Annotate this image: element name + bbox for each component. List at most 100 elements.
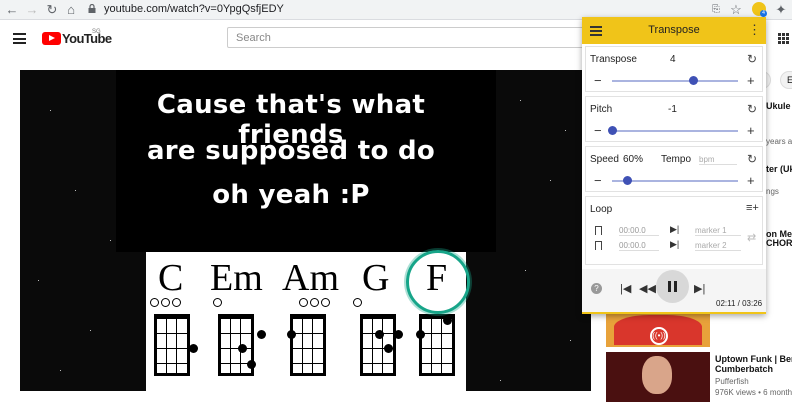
decrement-button[interactable]: −: [594, 124, 602, 137]
pitch-section: Pitch -1 ↻ − +: [585, 96, 763, 142]
transpose-extension-icon[interactable]: 4: [752, 2, 767, 17]
open-string-marker: [321, 298, 330, 307]
finger-dot: [287, 330, 296, 339]
marker-1-time[interactable]: 00:00.0: [619, 226, 659, 236]
bookmark-icon[interactable]: [595, 226, 602, 235]
youtube-logo-icon[interactable]: [42, 32, 61, 45]
time-display: 02:11 / 03:26: [716, 299, 763, 308]
pitch-value: -1: [668, 104, 677, 115]
address-bar[interactable]: youtube.com/watch?v=0YpgQsfjEDY: [104, 3, 284, 15]
youtube-logo-text[interactable]: YouTube: [62, 31, 112, 46]
speed-slider-knob[interactable]: [622, 176, 632, 185]
transpose-slider-track[interactable]: [612, 80, 738, 82]
region-code: SG: [92, 29, 101, 35]
playback-progress-bar[interactable]: [582, 312, 766, 314]
marker-1-name[interactable]: marker 1: [695, 226, 741, 236]
fretboard-c: [154, 314, 190, 376]
loop-label: Loop: [590, 204, 613, 215]
speed-value: 60%: [623, 154, 644, 165]
pitch-slider-knob[interactable]: [607, 126, 617, 135]
search-input[interactable]: [227, 27, 587, 48]
back-icon[interactable]: ←: [4, 2, 20, 18]
pitch-slider-track[interactable]: [612, 130, 738, 132]
skip-previous-icon[interactable]: |◀: [620, 282, 631, 295]
lock-icon: [88, 4, 96, 13]
finger-dot: [375, 330, 384, 339]
home-icon[interactable]: ⌂: [63, 2, 79, 18]
increment-button[interactable]: +: [747, 174, 755, 187]
reset-icon[interactable]: ↻: [747, 53, 757, 65]
video-player[interactable]: Cause that's what friends are supposed t…: [20, 70, 591, 391]
popup-title: Transpose: [648, 24, 700, 36]
rewind-icon[interactable]: ◀◀: [639, 282, 656, 295]
tempo-label: Tempo: [661, 154, 692, 165]
forward-icon[interactable]: →: [24, 2, 40, 18]
playlist-add-icon[interactable]: ≡+: [746, 202, 759, 214]
speed-section: Speed 60% Tempo bpm ↻ − +: [585, 146, 763, 192]
podcast-icon: ((•)): [650, 327, 668, 345]
transpose-section: Transpose 4 ↻ − +: [585, 46, 763, 92]
sidebar-item-meta: 976K views • 6 months: [715, 388, 792, 397]
finger-dot: [384, 344, 393, 353]
reload-icon[interactable]: ↻: [44, 2, 60, 18]
sidebar-item-title[interactable]: ter (Uk: [766, 164, 792, 174]
sidebar-item-channel[interactable]: Pufferfish: [715, 377, 749, 386]
forward-icon[interactable]: ▶|: [694, 282, 705, 295]
apps-grid-icon[interactable]: [778, 33, 789, 44]
lyrics-line-2: are supposed to do: [146, 136, 436, 166]
video-thumbnail[interactable]: ((•)): [606, 313, 710, 347]
sidebar-item-title[interactable]: Ukule: [766, 101, 791, 111]
lyrics-line-3: oh yeah :P: [212, 180, 370, 210]
marker-2-time[interactable]: 00:00.0: [619, 241, 659, 251]
finger-dot: [189, 344, 198, 353]
finger-dot: [247, 360, 256, 369]
decrement-button[interactable]: −: [594, 74, 602, 87]
speed-label: Speed: [590, 154, 619, 165]
loop-repeat-icon[interactable]: ⇄: [747, 231, 756, 244]
pitch-label: Pitch: [590, 104, 613, 115]
increment-button[interactable]: +: [747, 124, 755, 137]
extensions-puzzle-icon[interactable]: ✦: [773, 2, 789, 18]
marker-2-name[interactable]: marker 2: [695, 241, 741, 251]
finger-dot: [257, 330, 266, 339]
skip-to-marker-icon[interactable]: ▶|: [670, 239, 679, 250]
sidebar-item-meta: years a: [766, 137, 792, 146]
chord-label-g: G: [362, 257, 390, 299]
sidebar-item-meta: ngs: [766, 187, 779, 196]
popup-header: Transpose ⋮: [582, 17, 766, 44]
video-thumbnail[interactable]: [606, 352, 710, 402]
open-string-marker: [310, 298, 319, 307]
sidebar-item-title-line2[interactable]: Cumberbatch: [715, 364, 773, 374]
open-string-marker: [213, 298, 222, 307]
tempo-input[interactable]: bpm: [699, 155, 737, 165]
transpose-popup: Transpose ⋮ Transpose 4 ↻ − + Pitch -1 ↻…: [582, 17, 766, 314]
reset-icon[interactable]: ↻: [747, 153, 757, 165]
finger-dot: [394, 330, 403, 339]
more-vert-icon[interactable]: ⋮: [748, 23, 761, 36]
reset-icon[interactable]: ↻: [747, 103, 757, 115]
filter-chip[interactable]: E: [780, 71, 792, 89]
finger-dot: [238, 344, 247, 353]
fretboard-am: [290, 314, 326, 376]
loop-section: Loop ≡+ 00:00.0 ▶| marker 1 00:00.0 ▶| m…: [585, 196, 763, 265]
open-string-marker: [353, 298, 362, 307]
open-string-marker: [172, 298, 181, 307]
sidebar-item-title[interactable]: Uptown Funk | Bene: [715, 354, 792, 364]
bookmark-icon[interactable]: [595, 241, 602, 250]
install-icon[interactable]: ⎘: [708, 2, 724, 18]
menu-icon[interactable]: [13, 33, 26, 44]
skip-to-marker-icon[interactable]: ▶|: [670, 224, 679, 235]
chord-label-c: C: [158, 257, 184, 299]
open-string-marker: [150, 298, 159, 307]
chord-highlight-ring: [406, 250, 470, 314]
bookmark-star-icon[interactable]: ☆: [728, 2, 744, 18]
decrement-button[interactable]: −: [594, 174, 602, 187]
increment-button[interactable]: +: [747, 74, 755, 87]
open-string-marker: [161, 298, 170, 307]
pause-button[interactable]: [656, 270, 689, 303]
lyrics-panel: Cause that's what friends are supposed t…: [116, 70, 496, 252]
transpose-value: 4: [670, 54, 676, 65]
transpose-slider-knob[interactable]: [689, 76, 699, 85]
help-icon[interactable]: ?: [591, 283, 602, 294]
sidebar-item-meta: CHORD: [766, 238, 792, 248]
